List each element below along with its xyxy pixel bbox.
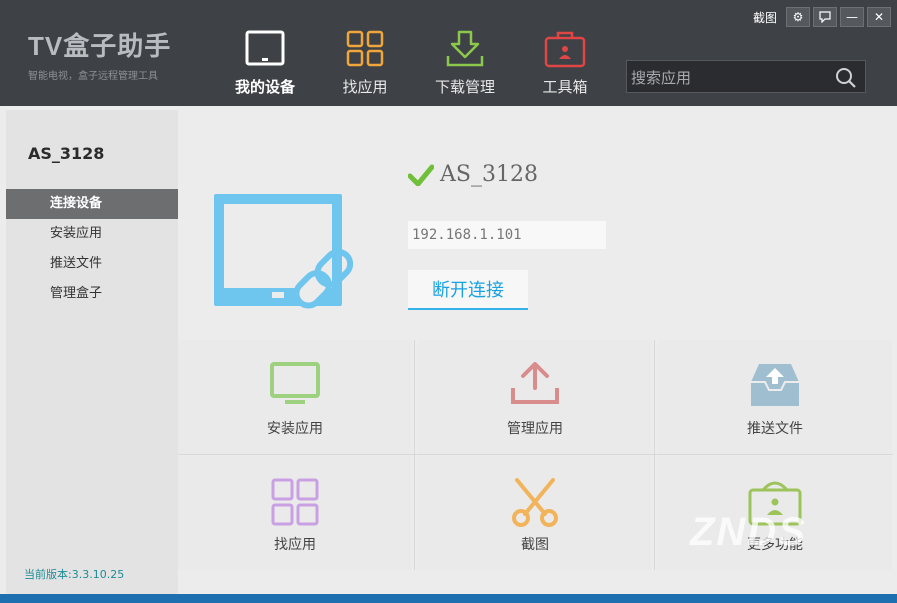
nav-label: 我的设备: [234, 78, 295, 96]
ip-address-field[interactable]: [408, 221, 606, 249]
tile-label: 截图: [521, 537, 549, 553]
nav-download-manager[interactable]: 下载管理: [420, 30, 510, 97]
grid-icon: [346, 30, 384, 67]
nav-my-devices[interactable]: 我的设备: [220, 30, 310, 97]
minimize-button[interactable]: —: [840, 7, 864, 27]
nav-label: 下载管理: [434, 78, 495, 96]
sidebar-item-install-apps[interactable]: 安装应用: [6, 219, 178, 249]
tile-label: 推送文件: [747, 421, 803, 437]
brand-title: TV盒子助手: [28, 31, 172, 61]
install-tv-icon: [270, 362, 320, 404]
sidebar-item-connect-device[interactable]: 连接设备: [6, 189, 178, 219]
screenshot-link[interactable]: 截图: [747, 9, 783, 26]
minimize-icon: —: [846, 10, 858, 24]
titlebar-controls: 截图 ⚙ — ✕: [747, 6, 891, 28]
chat-icon: [819, 11, 831, 23]
tv-icon: [245, 30, 285, 66]
close-icon: ✕: [873, 10, 885, 24]
search-input[interactable]: [627, 61, 833, 94]
sidebar-device-name: AS_3128: [28, 144, 105, 163]
watermark-logo: ZNDS: [690, 510, 807, 554]
sidebar-item-manage-box[interactable]: 管理盒子: [6, 279, 178, 309]
upload-icon: [511, 362, 559, 404]
scissors-icon: [512, 478, 558, 527]
check-icon: [408, 164, 434, 186]
tile-find-apps[interactable]: 找应用: [178, 456, 412, 570]
nav-label: 找应用: [342, 78, 388, 96]
tile-push-files[interactable]: 推送文件: [658, 340, 892, 454]
tile-label: 管理应用: [507, 421, 563, 437]
nav-toolbox[interactable]: 工具箱: [520, 30, 610, 97]
tile-label: 安装应用: [267, 421, 323, 437]
gear-icon: ⚙: [792, 10, 804, 24]
nav-find-apps[interactable]: 找应用: [320, 30, 410, 97]
search-icon[interactable]: [835, 67, 857, 89]
tv-connected-icon: [214, 194, 354, 309]
tile-manage-apps[interactable]: 管理应用: [418, 340, 652, 454]
grid-icon: [271, 478, 319, 526]
brand: TV盒子助手 智能电视，盒子远程管理工具: [28, 26, 171, 82]
tile-screenshot[interactable]: 截图: [418, 456, 652, 570]
nav-label: 工具箱: [542, 78, 588, 96]
brand-subtitle: 智能电视，盒子远程管理工具: [28, 71, 158, 82]
feedback-button[interactable]: [813, 7, 837, 27]
search-box: [626, 60, 866, 94]
download-icon: [446, 30, 484, 67]
grid-divider: [654, 340, 655, 570]
taskbar-strip: [0, 594, 897, 603]
tile-install-apps[interactable]: 安装应用: [178, 340, 412, 454]
disconnect-button[interactable]: 断开连接: [408, 270, 528, 310]
header: TV盒子助手 智能电视，盒子远程管理工具 我的设备 找应用 下载管理 工具箱 截…: [0, 0, 897, 106]
close-button[interactable]: ✕: [867, 7, 891, 27]
settings-button[interactable]: ⚙: [786, 7, 810, 27]
grid-divider: [178, 454, 893, 455]
grid-divider: [414, 340, 415, 570]
version-label: 当前版本:3.3.10.25: [24, 568, 125, 581]
toolbox-icon: [544, 31, 586, 68]
push-tray-icon: [751, 364, 799, 406]
sidebar-item-push-files[interactable]: 推送文件: [6, 249, 178, 279]
sidebar-menu: 连接设备 安装应用 推送文件 管理盒子: [6, 189, 178, 309]
app-window: TV盒子助手 智能电视，盒子远程管理工具 我的设备 找应用 下载管理 工具箱 截…: [0, 0, 897, 603]
tile-label: 找应用: [274, 537, 316, 553]
sidebar: AS_3128 连接设备 安装应用 推送文件 管理盒子 当前版本:3.3.10.…: [6, 110, 178, 594]
connection-status: AS_3128: [408, 162, 538, 187]
connected-device-name: AS_3128: [440, 162, 538, 187]
